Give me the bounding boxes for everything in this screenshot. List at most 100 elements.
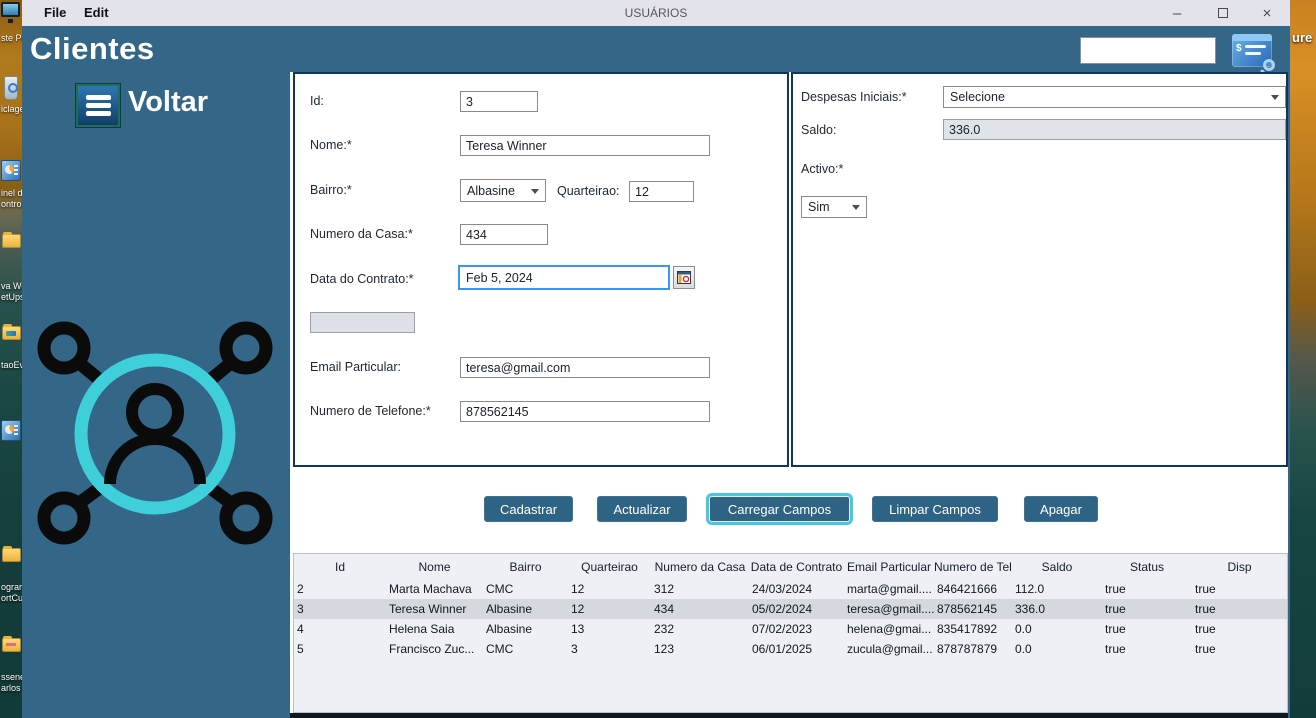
content-area: Id: Nome:* Bairro:* Albasine Quarteirao:… <box>290 72 1288 718</box>
minimize-button[interactable]: – <box>1162 0 1192 26</box>
quarteirao-field[interactable] <box>629 181 694 202</box>
app-window: File Edit USUÁRIOS – × Clientes $ Voltar <box>22 0 1290 718</box>
table-cell: true <box>1105 602 1126 616</box>
folder-icon[interactable] <box>2 636 21 652</box>
control-panel-icon[interactable] <box>1 160 21 181</box>
client-form-panel: Id: Nome:* Bairro:* Albasine Quarteirao:… <box>293 72 789 467</box>
table-row[interactable]: 3 Teresa Winner Albasine 12 434 05/02/20… <box>294 599 1287 619</box>
telefone-label: Numero de Telefone:* <box>310 404 431 418</box>
calendar-icon <box>677 271 691 284</box>
finance-form-panel: Despesas Iniciais:* Selecione Saldo: Act… <box>791 72 1288 467</box>
date-picker-button[interactable] <box>673 266 695 289</box>
table-row[interactable]: 2 Marta Machava CMC 12 312 24/03/2024 ma… <box>294 579 1287 599</box>
id-label: Id: <box>310 94 324 108</box>
desktop-strip-left: ste PC iclage inel d ontrol va We etUps … <box>0 0 22 718</box>
column-header[interactable]: Numero da Casa <box>651 560 749 574</box>
desktop-icon-label: ograr <box>1 582 22 592</box>
table-cell: teresa@gmail.... <box>847 602 934 616</box>
bairro-selected-value: Albasine <box>467 183 515 198</box>
table-cell: true <box>1195 622 1216 636</box>
table-cell: true <box>1105 642 1126 656</box>
hamburger-icon <box>86 103 111 108</box>
bairro-select[interactable]: Albasine <box>460 179 546 202</box>
table-cell: true <box>1195 642 1216 656</box>
carregar-campos-button[interactable]: Carregar Campos <box>709 496 850 522</box>
table-cell: 112.0 <box>1015 582 1045 596</box>
close-button[interactable]: × <box>1252 0 1282 26</box>
column-header[interactable]: Saldo <box>1012 560 1102 574</box>
folder-icon[interactable] <box>2 232 21 248</box>
column-header[interactable]: Email Particular <box>844 560 934 574</box>
table-row[interactable]: 4 Helena Saia Albasine 13 232 07/02/2023… <box>294 619 1287 639</box>
dollar-icon: $ <box>1236 43 1242 54</box>
desktop-icon-label: ssene <box>1 672 22 682</box>
table-cell: 0.0 <box>1015 622 1032 636</box>
search-input[interactable] <box>1080 37 1216 64</box>
disabled-field <box>310 312 415 333</box>
titlebar: File Edit USUÁRIOS – × <box>22 0 1290 26</box>
finance-search-icon[interactable]: $ <box>1232 34 1275 71</box>
column-header[interactable]: Status <box>1102 560 1192 574</box>
table-cell: Francisco Zuc... <box>389 642 475 656</box>
email-field[interactable] <box>460 357 710 378</box>
numero-casa-label: Numero da Casa:* <box>310 227 413 241</box>
magnifier-icon <box>1263 59 1275 71</box>
desktop-icon-label: etUps <box>1 292 22 302</box>
table-cell: 232 <box>654 622 675 636</box>
desktop-icon-label: ortCu <box>1 593 22 603</box>
table-cell: 846421666 <box>937 582 998 596</box>
table-cell: Albasine <box>486 602 533 616</box>
folder-icon[interactable] <box>2 546 21 562</box>
apagar-button[interactable]: Apagar <box>1024 496 1098 522</box>
cadastrar-button[interactable]: Cadastrar <box>484 496 573 522</box>
control-panel-icon[interactable] <box>1 420 21 441</box>
close-icon: × <box>1262 4 1272 22</box>
folder-icon[interactable] <box>2 324 21 340</box>
email-label: Email Particular: <box>310 360 401 374</box>
desktop-icon-label: ure <box>1292 30 1313 45</box>
maximize-button[interactable] <box>1208 0 1238 26</box>
quarteirao-label: Quarteirao: <box>557 184 620 198</box>
table-cell: CMC <box>486 642 514 656</box>
actualizar-button[interactable]: Actualizar <box>597 496 687 522</box>
nome-field[interactable] <box>460 135 710 156</box>
table-cell: 2 <box>297 582 304 596</box>
recycle-bin-icon[interactable] <box>4 76 18 100</box>
this-pc-icon[interactable] <box>1 2 20 23</box>
hamburger-icon <box>86 95 111 100</box>
table-row[interactable]: 5 Francisco Zuc... CMC 3 123 06/01/2025 … <box>294 639 1287 659</box>
id-field[interactable] <box>460 91 538 112</box>
table-cell: CMC <box>486 582 514 596</box>
column-header[interactable]: Id <box>294 560 386 574</box>
column-header[interactable]: Quarteirao <box>568 560 651 574</box>
column-header[interactable]: Disp <box>1192 560 1287 574</box>
data-contrato-field[interactable] <box>458 265 670 290</box>
chevron-down-icon <box>1271 95 1279 100</box>
data-contrato-input[interactable] <box>460 267 668 288</box>
column-header[interactable]: Nome <box>386 560 483 574</box>
customers-network-icon <box>37 321 273 545</box>
table-cell: 07/02/2023 <box>752 622 813 636</box>
activo-select[interactable]: Sim <box>801 196 867 218</box>
back-button[interactable] <box>75 83 121 128</box>
table-cell: true <box>1195 602 1216 616</box>
table-cell: zucula@gmail... <box>847 642 933 656</box>
limpar-campos-button[interactable]: Limpar Campos <box>872 496 998 522</box>
telefone-field[interactable] <box>460 401 710 422</box>
table-cell: Helena Saia <box>389 622 455 636</box>
table-cell: helena@gmai... <box>847 622 932 636</box>
despesas-select[interactable]: Selecione <box>943 86 1286 108</box>
finance-line <box>1245 45 1266 48</box>
numero-casa-field[interactable] <box>460 224 548 245</box>
column-header[interactable]: Numero de Tel... <box>934 560 1012 574</box>
table-cell: Albasine <box>486 622 533 636</box>
table-cell: 0.0 <box>1015 642 1032 656</box>
table-cell: 336.0 <box>1015 602 1046 616</box>
column-header[interactable]: Data de Contrato <box>749 560 844 574</box>
chevron-down-icon <box>531 188 539 194</box>
desktop-icon-label: ontrol <box>1 199 22 209</box>
table-header: Id Nome Bairro Quarteirao Numero da Casa… <box>294 554 1287 579</box>
table-cell: Teresa Winner <box>389 602 467 616</box>
clients-table: Id Nome Bairro Quarteirao Numero da Casa… <box>293 553 1288 713</box>
column-header[interactable]: Bairro <box>483 560 568 574</box>
